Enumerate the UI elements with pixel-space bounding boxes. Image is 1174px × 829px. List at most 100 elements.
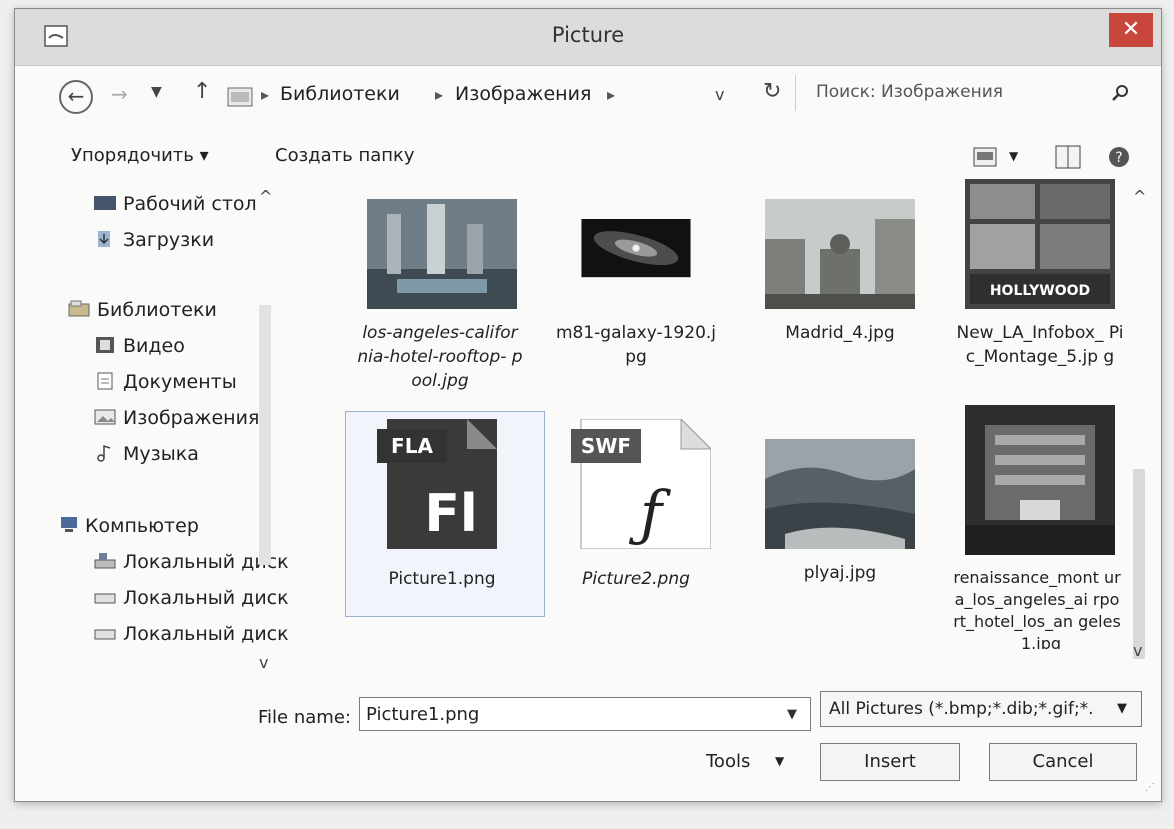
file-name-label: File name: (258, 707, 351, 728)
cancel-button[interactable]: Cancel (989, 743, 1137, 781)
resize-grip-icon[interactable]: ⋰ (1145, 782, 1155, 793)
preview-pane-icon[interactable] (1055, 145, 1081, 169)
chevron-down-icon[interactable]: ▼ (787, 707, 797, 722)
scroll-down-arrow[interactable]: v (259, 653, 268, 672)
file-name-field[interactable] (359, 697, 811, 731)
insert-button[interactable]: Insert (820, 743, 960, 781)
sidebar-item-music[interactable]: Музыка (93, 443, 199, 465)
search-input[interactable] (814, 81, 1088, 103)
title-bar: Picture ✕ (15, 9, 1161, 66)
recent-locations-button[interactable]: ▼ (151, 84, 162, 100)
up-button[interactable]: ↑ (193, 79, 211, 104)
file-name: New_LA_Infobox_ Pic_Montage_5.jp g (956, 323, 1124, 367)
hollywood-montage: HOLLYWOOD (965, 179, 1115, 309)
file-name: m81-galaxy-1920.j pg (555, 323, 717, 367)
scroll-up-arrow[interactable]: ^ (259, 187, 272, 206)
tools-menu[interactable]: Tools (706, 751, 750, 772)
sidebar-item-label: Компьютер (85, 515, 199, 537)
navigation-scrollbar[interactable]: ^ v (255, 185, 279, 685)
new-folder-button[interactable]: Создать папку (275, 145, 415, 166)
address-history-dropdown[interactable]: v (715, 85, 724, 104)
chevron-down-icon[interactable]: ▼ (1009, 149, 1018, 163)
file-type-value: All Pictures (*.bmp;*.dib;*.gif;*. (829, 699, 1094, 719)
drive-icon (94, 593, 116, 604)
file-name: Picture1.png (388, 569, 496, 589)
sidebar-item-computer[interactable]: Компьютер (55, 515, 199, 537)
navigation-bar: ← → ▼ ↑ ▸ Библиотеки ▸ Изображения ▸ v ↻ (15, 75, 1161, 121)
drive-icon (94, 553, 116, 569)
sidebar-item-video[interactable]: Видео (93, 335, 185, 357)
video-icon (96, 337, 114, 353)
sidebar-item-label: Изображения (123, 407, 260, 429)
file-name: Madrid_4.jpg (785, 323, 895, 343)
file-name: los-angeles-califor nia-hotel-rooftop- p… (357, 323, 523, 391)
sidebar-item-downloads[interactable]: Загрузки (93, 229, 214, 251)
fl-glyph: Fl (424, 484, 477, 544)
window-title: Picture (551, 23, 625, 47)
breadcrumb-separator: ▸ (261, 85, 270, 104)
breadcrumb-separator: ▸ (435, 85, 444, 104)
file-name: Picture2.png (582, 569, 690, 589)
view-options-icon[interactable] (973, 147, 997, 167)
sidebar-item-label: Загрузки (123, 229, 215, 251)
organize-button[interactable]: Упорядочить ▾ (71, 145, 209, 166)
file-grid: los-angeles-califor nia-hotel-rooftop- p… (333, 179, 1123, 649)
scroll-down-arrow[interactable]: v (1133, 641, 1142, 660)
search-box (795, 75, 1142, 111)
file-name: renaissance_mont ura_los_angeles_ai rpor… (953, 568, 1121, 649)
sidebar-item-label: Документы (123, 371, 237, 393)
documents-icon (97, 372, 113, 390)
file-item[interactable]: renaissance_mont ura_los_angeles_ai rpor… (953, 405, 1123, 649)
libraries-icon (68, 300, 90, 317)
forward-button[interactable]: → (111, 82, 128, 106)
music-icon (97, 444, 111, 462)
fla-file-icon: FLA Fl (377, 419, 497, 549)
scroll-up-arrow[interactable]: ^ (1133, 187, 1146, 206)
galaxy-photo (581, 219, 691, 278)
scrollbar-thumb[interactable] (1133, 469, 1145, 659)
breadcrumb-libraries[interactable]: Библиотеки (280, 83, 400, 105)
file-item[interactable]: los-angeles-califor nia-hotel-rooftop- p… (355, 199, 525, 399)
file-item[interactable]: Madrid_4.jpg (753, 199, 923, 399)
bottom-panel: File name: ▼ All Pictures (*.bmp;*.dib;*… (15, 689, 1161, 799)
computer-icon (61, 517, 77, 532)
sidebar-item-documents[interactable]: Документы (93, 371, 237, 393)
scrollbar-thumb[interactable] (259, 305, 271, 565)
file-type-select[interactable]: All Pictures (*.bmp;*.dib;*.gif;*. (820, 691, 1142, 727)
file-item[interactable]: SWF ƒ Picture2.png (549, 419, 719, 619)
sidebar-item-desktop[interactable]: Рабочий стол (93, 193, 257, 215)
file-item[interactable]: plyaj.jpg (753, 439, 923, 619)
images-icon (94, 409, 116, 425)
chevron-down-icon[interactable]: ▼ (1117, 701, 1127, 716)
city-photo (367, 199, 517, 309)
badge-text: SWF (581, 434, 631, 458)
refresh-button[interactable]: ↻ (763, 79, 781, 104)
file-item[interactable]: HOLLYWOOD New_LA_Infobox_ Pic_Montage_5.… (953, 179, 1123, 399)
file-item-selected[interactable]: FLA Fl Picture1.png (345, 411, 545, 619)
file-item[interactable]: m81-galaxy-1920.j pg (549, 199, 719, 399)
desktop-icon (94, 196, 116, 210)
file-grid-scrollbar[interactable]: ^ v (1129, 185, 1151, 665)
downloads-icon (98, 231, 110, 247)
hollywood-sign-text: HOLLYWOOD (990, 283, 1090, 299)
close-button[interactable]: ✕ (1109, 13, 1153, 47)
back-button[interactable]: ← (59, 80, 93, 114)
breadcrumb-separator: ▸ (607, 85, 616, 104)
chevron-down-icon[interactable]: ▼ (775, 754, 784, 768)
breadcrumb-images[interactable]: Изображения (455, 83, 591, 105)
sidebar-item-libraries[interactable]: Библиотеки (67, 299, 217, 321)
sidebar-item-label: Музыка (123, 443, 199, 465)
sidebar-item-label: Библиотеки (97, 299, 217, 321)
badge-text: FLA (391, 434, 433, 458)
sidebar-item-images[interactable]: Изображения (93, 407, 259, 429)
search-icon[interactable] (1110, 83, 1130, 103)
beach-photo (765, 439, 915, 549)
drive-icon (94, 629, 116, 640)
help-icon[interactable]: ? (1107, 145, 1131, 169)
file-name: plyaj.jpg (803, 563, 877, 583)
swf-file-icon: SWF ƒ (571, 419, 711, 549)
library-icon (227, 87, 253, 107)
sidebar-item-label: Видео (123, 335, 185, 357)
svg-text:?: ? (1115, 150, 1122, 166)
insert-picture-dialog: Picture ✕ ← → ▼ ↑ ▸ Библиотеки ▸ Изображ… (14, 8, 1162, 802)
